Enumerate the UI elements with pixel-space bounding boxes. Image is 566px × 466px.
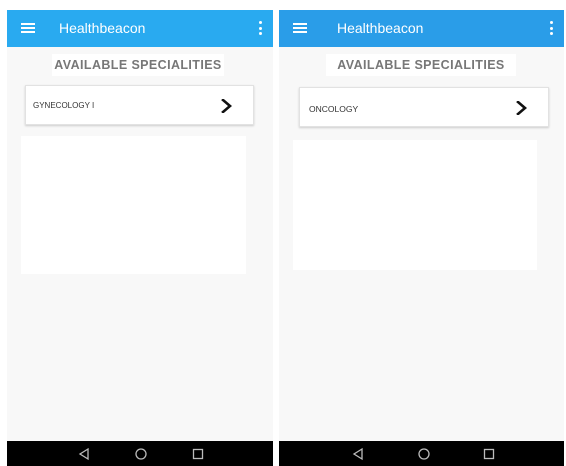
content-panel (21, 136, 246, 274)
specialty-label: GYNECOLOGY I (33, 101, 95, 110)
section-heading: AVAILABLE SPECIALITIES (52, 54, 224, 76)
hamburger-menu-icon[interactable] (21, 23, 35, 33)
home-circle-icon[interactable] (417, 447, 431, 461)
chevron-right-icon (221, 99, 232, 113)
app-title: Healthbeacon (337, 20, 424, 36)
system-nav-bar (7, 441, 273, 466)
specialty-item-oncology[interactable]: ONCOLOGY (299, 87, 549, 127)
phone-screen-right: Healthbeacon AVAILABLE SPECIALITIES ONCO… (279, 10, 564, 466)
phone-screen-left: Healthbeacon AVAILABLE SPECIALITIES GYNE… (7, 10, 273, 466)
system-nav-bar (279, 441, 564, 466)
app-title: Healthbeacon (59, 20, 146, 36)
section-heading: AVAILABLE SPECIALITIES (326, 54, 516, 76)
back-triangle-icon[interactable] (351, 447, 365, 461)
app-bar: Healthbeacon (7, 10, 273, 47)
more-vertical-icon[interactable] (258, 21, 262, 35)
recents-square-icon[interactable] (191, 447, 205, 461)
specialty-label: ONCOLOGY (309, 104, 359, 114)
screenshot-canvas: Healthbeacon AVAILABLE SPECIALITIES GYNE… (0, 0, 566, 466)
more-vertical-icon[interactable] (549, 21, 553, 35)
specialty-item-gynecology[interactable]: GYNECOLOGY I (25, 85, 254, 125)
hamburger-menu-icon[interactable] (293, 23, 307, 33)
app-bar: Healthbeacon (279, 10, 564, 47)
content-panel (293, 140, 537, 270)
recents-square-icon[interactable] (482, 447, 496, 461)
back-triangle-icon[interactable] (77, 447, 91, 461)
chevron-right-icon (516, 101, 527, 115)
home-circle-icon[interactable] (134, 447, 148, 461)
